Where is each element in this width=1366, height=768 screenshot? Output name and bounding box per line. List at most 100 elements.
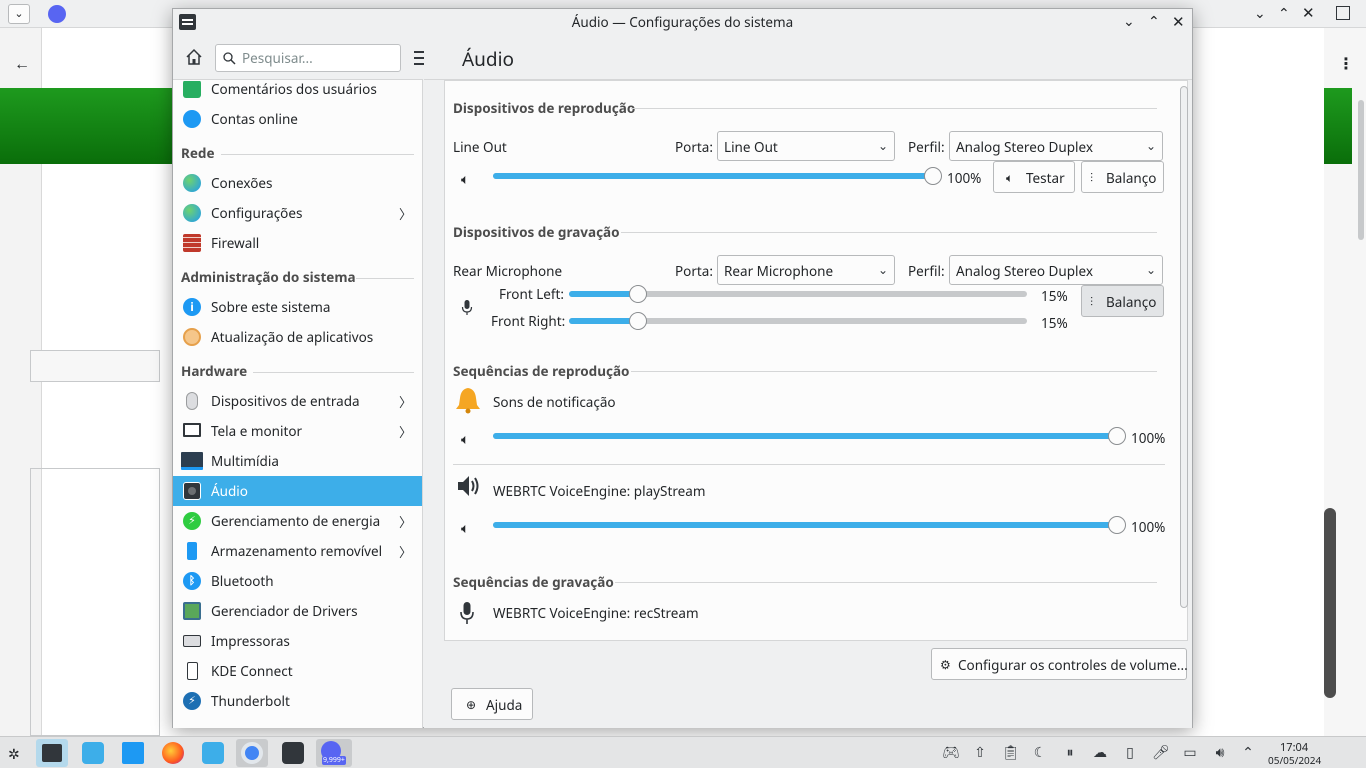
sidebar-item-firewall[interactable]: Firewall (173, 228, 422, 258)
recording-profile-select[interactable]: Analog Stereo Duplex ⌄ (949, 255, 1163, 285)
chevron-right-icon: 〉 (398, 543, 412, 561)
search-input[interactable] (242, 49, 392, 67)
content-header: Áudio (424, 36, 1192, 80)
close-icon[interactable]: ✕ (1172, 12, 1185, 32)
discord-task[interactable]: 9,999+ (316, 739, 352, 767)
sidebar-item-printers[interactable]: Impressoras (173, 626, 422, 656)
clipboard-icon[interactable]: 📋︎ (1002, 745, 1020, 761)
driver-icon (183, 602, 201, 620)
slider-handle[interactable] (1108, 516, 1126, 534)
page-banner (1324, 88, 1352, 164)
stream-name: Sons de notificação (493, 393, 616, 411)
usb-icon[interactable]: ▯ (1122, 745, 1138, 761)
test-button[interactable]: 🔈︎ Testar (993, 161, 1075, 193)
update-icon[interactable]: ⇧ (972, 745, 988, 761)
chevron-up-icon[interactable]: ⌃ (1240, 745, 1256, 761)
playback-balance-button[interactable]: ⫶ Balanço (1081, 161, 1164, 193)
sidebar-item-input-devices[interactable]: Dispositivos de entrada 〉 (173, 386, 422, 416)
search-field[interactable] (215, 44, 401, 72)
sidebar-item-thunderbolt[interactable]: ⚡ Thunderbolt (173, 686, 422, 716)
speaker-icon (183, 482, 201, 500)
discover-store-icon[interactable] (82, 742, 104, 764)
gamepad-icon[interactable]: 🎮︎ (942, 745, 960, 761)
slider-handle[interactable] (628, 285, 647, 303)
sidebar-item-multimedia[interactable]: Multimídia (173, 446, 422, 476)
playback-profile-select[interactable]: Analog Stereo Duplex ⌄ (949, 131, 1163, 161)
sidebar-item-bluetooth[interactable]: ᛒ Bluetooth (173, 566, 422, 596)
globe-icon (183, 204, 201, 222)
restore-icon[interactable] (1336, 6, 1350, 20)
dropdown-icon[interactable]: ⌄ (8, 4, 30, 24)
network-icon[interactable]: ▭ (1182, 745, 1198, 761)
playback-volume-slider[interactable] (493, 173, 933, 179)
sidebar-item-about-system[interactable]: i Sobre este sistema (173, 292, 422, 322)
volume-icon[interactable]: 🔈︎ (461, 170, 469, 189)
stream-volume-value: 100% (1131, 429, 1166, 447)
volume-icon[interactable]: 🔊︎ (1212, 745, 1228, 761)
sidebar-item-feedback[interactable]: Comentários dos usuários (173, 81, 422, 104)
microphone-icon (459, 601, 475, 627)
section-recording-devices: Dispositivos de gravação (453, 223, 620, 241)
front-right-label: Front Right: (491, 312, 566, 330)
sliders-icon: ⫶ (1090, 169, 1094, 186)
more-menu-icon[interactable]: ⋮ (1338, 52, 1354, 74)
volume-icon[interactable]: 🔈︎ (461, 430, 469, 449)
sidebar-item-driver-manager[interactable]: Gerenciador de Drivers (173, 596, 422, 626)
night-light-icon[interactable]: ☾ (1032, 745, 1048, 761)
scrollbar-thumb[interactable] (1358, 100, 1364, 240)
maximize-icon[interactable]: ⌃ (1148, 12, 1160, 31)
minimize-icon[interactable]: ⌄ (1123, 12, 1135, 31)
slider-handle[interactable] (924, 167, 942, 185)
sidebar-item-online-accounts[interactable]: Contas online (173, 104, 422, 134)
slider-handle[interactable] (1108, 427, 1126, 445)
microphone-icon[interactable] (461, 299, 473, 317)
audio-pane: Dispositivos de reprodução Line Out Port… (444, 80, 1188, 641)
pane-scrollbar[interactable] (1180, 86, 1188, 608)
bell-icon (453, 386, 483, 414)
microphone-icon[interactable]: 🎤︎ (1152, 745, 1170, 761)
configure-volume-controls-button[interactable]: ⚙ Configurar os controles de volume... (931, 648, 1188, 680)
page-title: Áudio (462, 46, 514, 72)
sidebar-item-display[interactable]: Tela e monitor 〉 (173, 416, 422, 446)
home-icon[interactable] (185, 48, 203, 66)
help-button[interactable]: ⊕ Ajuda (451, 688, 533, 720)
settings-window: Áudio — Configurações do sistema ⌄ ⌃ ✕ P… (172, 8, 1193, 728)
close-icon[interactable]: ✕ (1302, 3, 1315, 23)
volume-icon[interactable]: 🔈︎ (461, 519, 469, 538)
title-bar[interactable]: Áudio — Configurações do sistema ⌄ ⌃ ✕ (173, 9, 1192, 36)
firefox-icon[interactable] (162, 742, 184, 764)
sidebar-item-audio[interactable]: Áudio (173, 476, 422, 506)
cloud-icon[interactable]: ☁ (1092, 745, 1108, 761)
webrtc-volume-slider[interactable] (493, 522, 1117, 528)
sidebar-item-network-settings[interactable]: Configurações 〉 (173, 198, 422, 228)
app-launcher-icon[interactable]: ✲ (8, 745, 20, 764)
discord-tab-icon[interactable] (48, 5, 66, 23)
front-left-value: 15% (1041, 287, 1068, 305)
task-system-settings[interactable] (36, 739, 68, 767)
download-icon[interactable] (202, 742, 224, 764)
sidebar-item-app-updates[interactable]: Atualização de aplicativos (173, 322, 422, 352)
chrome-task[interactable] (236, 739, 268, 767)
sidebar-item-kde-connect[interactable]: KDE Connect (173, 656, 422, 686)
file-manager-icon[interactable] (122, 742, 144, 764)
clock-date[interactable]: 05/05/2024 (1268, 753, 1321, 767)
terminal-icon[interactable] (282, 742, 304, 764)
power-icon: ⚡ (183, 512, 201, 530)
playback-port-select[interactable]: Line Out ⌄ (717, 131, 895, 161)
section-playback-streams: Sequências de reprodução (453, 362, 630, 380)
sidebar-item-power-management[interactable]: ⚡ Gerenciamento de energia 〉 (173, 506, 422, 536)
scrollbar-thumb[interactable] (1324, 508, 1336, 698)
recording-port-select[interactable]: Rear Microphone ⌄ (717, 255, 895, 285)
sidebar-item-connections[interactable]: Conexões (173, 168, 422, 198)
maximize-icon[interactable]: ⌃ (1278, 4, 1290, 23)
phone-icon (187, 662, 198, 680)
recording-balance-button[interactable]: ⫶ Balanço (1081, 285, 1164, 317)
media-pause-icon[interactable]: ⏸︎ (1062, 745, 1078, 761)
notification-volume-slider[interactable] (493, 433, 1117, 439)
globe-icon (183, 174, 201, 192)
minimize-icon[interactable]: ⌄ (1254, 4, 1266, 23)
slider-handle[interactable] (628, 312, 647, 330)
back-arrow-icon[interactable]: ← (14, 52, 30, 74)
page-field (30, 468, 160, 736)
sidebar-item-removable-storage[interactable]: Armazenamento removível 〉 (173, 536, 422, 566)
